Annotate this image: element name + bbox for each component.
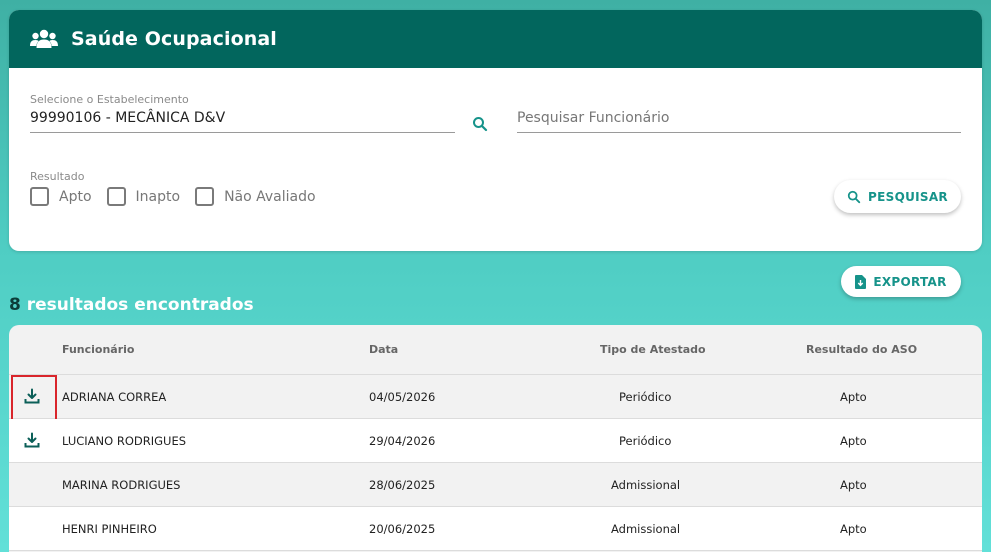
column-header-date: Data — [369, 343, 399, 356]
cell-employee: HENRI PINHEIRO — [62, 522, 157, 536]
cell-result: Apto — [840, 478, 867, 492]
table-header: Funcionário Data Tipo de Atestado Result… — [9, 325, 982, 375]
users-icon — [30, 28, 58, 50]
file-download-icon — [855, 274, 867, 289]
checkbox-inapto[interactable]: Inapto — [106, 187, 181, 206]
checkbox-label: Inapto — [135, 188, 181, 205]
cell-result: Apto — [840, 390, 867, 404]
export-button[interactable]: EXPORTAR — [841, 266, 961, 297]
column-header-employee: Funcionário — [62, 343, 135, 356]
cell-date: 20/06/2025 — [369, 522, 436, 536]
result-checkboxes: Apto Inapto Não Avaliado — [30, 187, 331, 206]
checkbox-box[interactable] — [30, 187, 49, 206]
cell-result: Apto — [840, 522, 867, 536]
cell-type: Periódico — [619, 390, 672, 404]
download-icon[interactable] — [24, 388, 40, 404]
establishment-field[interactable]: 99990106 - MECÂNICA D&V — [30, 110, 225, 126]
checkbox-box[interactable] — [106, 187, 126, 206]
column-header-result: Resultado do ASO — [806, 343, 918, 356]
checkbox-label: Apto — [59, 188, 92, 205]
search-icon[interactable] — [472, 116, 488, 132]
establishment-underline — [30, 132, 455, 133]
cell-employee: MARINA RODRIGUES — [62, 478, 181, 492]
results-count-text: resultados encontrados — [26, 295, 254, 315]
cell-date: 28/06/2025 — [369, 478, 436, 492]
card-header: Saúde Ocupacional — [9, 10, 982, 68]
page-title: Saúde Ocupacional — [71, 28, 277, 50]
checkbox-apto[interactable]: Apto — [30, 187, 92, 206]
cell-type: Admissional — [611, 522, 681, 536]
table-row[interactable]: LUCIANO RODRIGUES 29/04/2026 Periódico A… — [9, 419, 982, 463]
filter-card: Saúde Ocupacional Selecione o Estabeleci… — [9, 10, 982, 251]
employee-search-input[interactable]: Pesquisar Funcionário — [517, 110, 669, 126]
table-row[interactable]: HENRI PINHEIRO 20/06/2025 Admissional Ap… — [9, 507, 982, 551]
employee-underline — [517, 132, 961, 133]
export-button-label: EXPORTAR — [873, 274, 947, 289]
checkbox-box[interactable] — [195, 187, 215, 206]
checkbox-label: Não Avaliado — [224, 188, 316, 205]
checkbox-nao-avaliado[interactable]: Não Avaliado — [195, 187, 316, 206]
table-row[interactable]: MARINA RODRIGUES 28/06/2025 Admissional … — [9, 463, 982, 507]
cell-type: Admissional — [611, 478, 681, 492]
cell-date: 04/05/2026 — [369, 390, 436, 404]
search-icon — [847, 190, 861, 204]
cell-date: 29/04/2026 — [369, 434, 436, 448]
cell-type: Periódico — [619, 434, 672, 448]
results-count: 8 resultados encontrados — [9, 295, 254, 315]
cell-result: Apto — [840, 434, 867, 448]
results-count-number: 8 — [9, 295, 21, 315]
search-button-label: PESQUISAR — [868, 189, 948, 204]
table-row[interactable]: ADRIANA CORREA 04/05/2026 Periódico Apto — [9, 375, 982, 421]
download-icon[interactable] — [24, 432, 40, 448]
search-button[interactable]: PESQUISAR — [834, 180, 961, 213]
cell-employee: ADRIANA CORREA — [62, 390, 167, 404]
result-label: Resultado — [30, 170, 85, 183]
results-table: Funcionário Data Tipo de Atestado Result… — [9, 325, 982, 552]
column-header-type: Tipo de Atestado — [600, 343, 706, 356]
establishment-label: Selecione o Estabelecimento — [30, 93, 189, 106]
cell-employee: LUCIANO RODRIGUES — [62, 434, 187, 448]
